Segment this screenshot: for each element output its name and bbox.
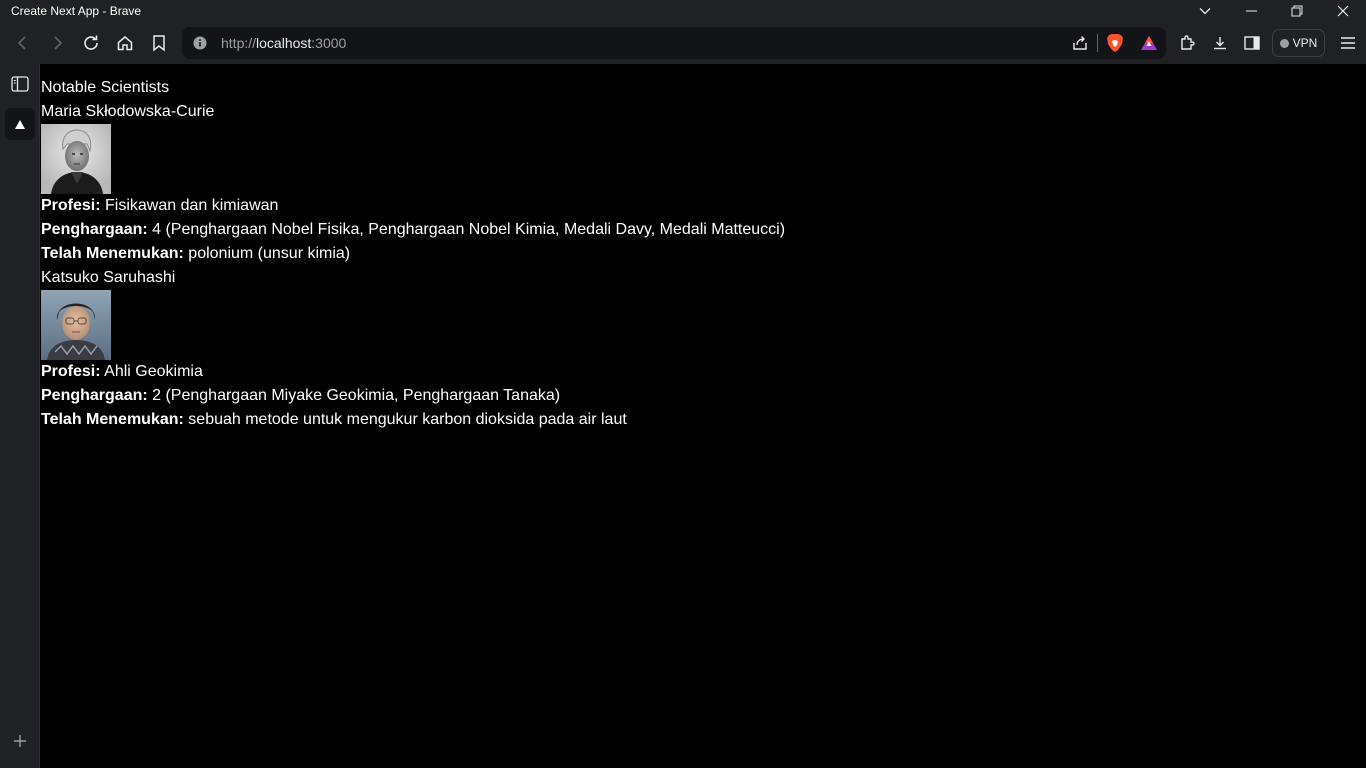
window-title-bar: Create Next App - Brave [0,0,1366,22]
vpn-status-icon [1279,38,1289,48]
forward-button[interactable] [42,28,72,58]
puzzle-icon [1181,35,1195,50]
tab-search-button[interactable] [1182,0,1228,22]
scientist-portrait [41,290,111,360]
forward-icon [54,36,63,50]
scientist-name: Katsuko Saruhashi [41,269,176,286]
plus-icon [14,735,26,747]
site-info-icon[interactable] [192,35,208,51]
scientist-portrait [41,124,111,194]
awards-value: 4 (Penghargaan Nobel Fisika, Penghargaan… [147,221,786,238]
browser-toolbar: http://localhost:3000 VPN [0,22,1366,64]
scientist-awards: Penghargaan: 4 (Penghargaan Nobel Fisika… [41,218,1366,242]
page-heading: Notable Scientists [41,79,170,96]
chevron-down-icon [1199,8,1211,15]
address-bar[interactable]: http://localhost:3000 [182,27,1166,59]
awards-label: Penghargaan: [41,221,148,238]
sidebar-expand-icon [11,76,29,92]
scientist-profession: Profesi: Fisikawan dan kimiawan [41,194,1366,218]
share-button[interactable] [1063,27,1097,59]
discovered-label: Telah Menemukan: [41,411,184,428]
reload-icon [84,35,98,50]
vertical-tabs-sidebar [0,64,40,768]
downloads-button[interactable] [1204,27,1236,59]
scientist-awards: Penghargaan: 2 (Penghargaan Miyake Geoki… [41,384,1366,408]
discovered-value: polonium (unsur kimia) [183,245,351,262]
back-button[interactable] [8,28,38,58]
awards-value: 2 (Penghargaan Miyake Geokimia, Pengharg… [147,387,561,404]
brave-rewards-icon [1141,36,1157,50]
vpn-button[interactable]: VPN [1272,29,1325,57]
scientist-card: Maria Skłodowska-Curie Profesi: Fisikawa… [41,100,1366,266]
brave-lion-icon [1107,34,1123,52]
scientist-discovered: Telah Menemukan: sebuah metode untuk men… [41,408,1366,432]
page-content: Notable Scientists Maria Skłodowska-Curi… [41,76,1366,432]
new-tab-button[interactable] [10,731,30,751]
bookmark-icon [153,35,165,52]
sidebar-expand-button[interactable] [10,74,30,94]
profession-label: Profesi: [41,363,101,380]
tab-create-next-app[interactable] [5,108,35,140]
share-icon [1073,36,1087,50]
sidebar-panel-icon [1244,36,1260,50]
url-host: localhost [256,35,312,51]
close-icon [1337,5,1349,17]
back-icon [17,36,26,50]
bookmark-button[interactable] [144,28,174,58]
restore-button[interactable] [1274,0,1320,22]
scientist-name: Maria Skłodowska-Curie [41,103,215,120]
brave-shields-button[interactable] [1098,27,1132,59]
restore-icon [1291,5,1303,17]
scientist-discovered: Telah Menemukan: polonium (unsur kimia) [41,242,1366,266]
vpn-label: VPN [1292,36,1318,50]
minimize-icon [1245,10,1257,12]
home-icon [117,36,133,51]
window-title: Create Next App - Brave [11,4,142,18]
sidebar-toggle-button[interactable] [1236,27,1268,59]
extensions-button[interactable] [1172,27,1204,59]
download-icon [1214,37,1226,50]
discovered-value: sebuah metode untuk mengukur karbon diok… [183,411,627,428]
awards-label: Penghargaan: [41,387,148,404]
url-text[interactable]: http://localhost:3000 [221,35,346,51]
url-protocol: http:// [221,35,257,51]
home-button[interactable] [110,28,140,58]
close-button[interactable] [1320,0,1366,22]
scientist-card: Katsuko Saruhashi Profesi: Ahli Geokimia… [41,266,1366,432]
brave-rewards-button[interactable] [1132,27,1166,59]
main-menu-button[interactable] [1332,27,1364,59]
profession-label: Profesi: [41,197,101,214]
reload-button[interactable] [76,28,106,58]
minimize-button[interactable] [1228,0,1274,22]
url-port: :3000 [311,35,347,51]
scientist-profession: Profesi: Ahli Geokimia [41,360,1366,384]
profession-value: Ahli Geokimia [100,363,203,380]
hamburger-menu-icon [1341,37,1355,49]
vercel-triangle-icon [15,119,25,129]
profession-value: Fisikawan dan kimiawan [100,197,279,214]
discovered-label: Telah Menemukan: [41,245,184,262]
